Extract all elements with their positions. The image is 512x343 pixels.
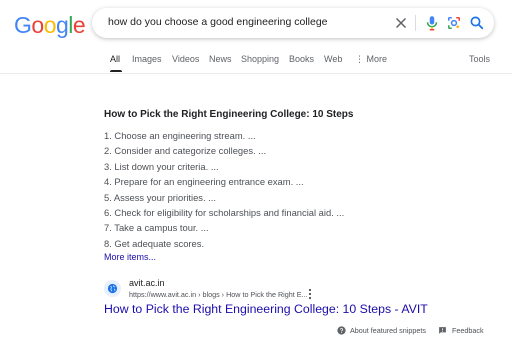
tab-all[interactable]: All bbox=[110, 54, 120, 64]
tab-news[interactable]: News bbox=[209, 54, 232, 64]
site-name[interactable]: avit.ac.in bbox=[129, 278, 165, 288]
list-item: 6. Check for eligibility for scholarship… bbox=[104, 206, 345, 218]
logo-letter: g bbox=[55, 12, 69, 38]
tab-more-label: More bbox=[366, 54, 388, 64]
google-logo[interactable]: Google bbox=[14, 12, 86, 39]
list-item: 2. Consider and categorize colleges. ... bbox=[104, 145, 267, 157]
feedback-link[interactable]: Feedback bbox=[452, 326, 484, 335]
list-item: 3. List down your criteria. ... bbox=[104, 160, 219, 172]
list-item: 4. Prepare for an engineering entrance e… bbox=[104, 176, 304, 188]
site-favicon[interactable] bbox=[104, 280, 121, 297]
clear-icon[interactable] bbox=[392, 14, 410, 32]
tab-images[interactable]: Images bbox=[132, 54, 162, 64]
more-items-link[interactable]: More items... bbox=[104, 252, 156, 262]
active-tab-indicator bbox=[110, 70, 122, 72]
kebab-icon: ⋮ bbox=[355, 54, 364, 64]
search-input[interactable]: how do you choose a good engineering col… bbox=[108, 16, 328, 28]
tab-videos[interactable]: Videos bbox=[172, 54, 199, 64]
result-title-link[interactable]: How to Pick the Right Engineering Colleg… bbox=[104, 302, 428, 316]
list-item: 7. Take a campus tour. ... bbox=[104, 222, 209, 234]
help-icon[interactable] bbox=[337, 326, 346, 335]
more-options-icon[interactable] bbox=[307, 288, 313, 300]
tab-more[interactable]: ⋮ More bbox=[355, 54, 387, 65]
search-divider bbox=[415, 15, 416, 31]
search-box[interactable]: how do you choose a good engineering col… bbox=[92, 8, 494, 38]
logo-letter: o bbox=[31, 12, 44, 38]
tabs-divider bbox=[0, 73, 512, 74]
about-snippets-link[interactable]: About featured snippets bbox=[350, 326, 426, 335]
lens-camera-icon[interactable] bbox=[445, 14, 463, 32]
logo-letter: o bbox=[43, 12, 57, 38]
tab-web[interactable]: Web bbox=[324, 54, 342, 64]
list-item: 8. Get adequate scores. bbox=[104, 237, 205, 249]
globe-icon bbox=[107, 283, 118, 294]
tools-button[interactable]: Tools bbox=[469, 54, 490, 64]
snippet-title: How to Pick the Right Engineering Colleg… bbox=[104, 109, 354, 120]
site-url[interactable]: https://www.avit.ac.in › blogs › How to … bbox=[129, 290, 308, 299]
list-item: 1. Choose an engineering stream. ... bbox=[104, 130, 256, 141]
microphone-icon[interactable] bbox=[423, 14, 441, 32]
logo-letter: e bbox=[72, 12, 86, 38]
logo-letter: G bbox=[14, 12, 32, 38]
search-icon[interactable] bbox=[468, 14, 486, 32]
tab-shopping[interactable]: Shopping bbox=[241, 54, 279, 64]
list-item: 5. Assess your priorities. ... bbox=[104, 191, 217, 203]
feedback-icon[interactable] bbox=[438, 326, 447, 335]
snippet-steps-list: 1. Choose an engineering stream. ... 2. … bbox=[104, 128, 344, 251]
tab-books[interactable]: Books bbox=[289, 54, 314, 64]
